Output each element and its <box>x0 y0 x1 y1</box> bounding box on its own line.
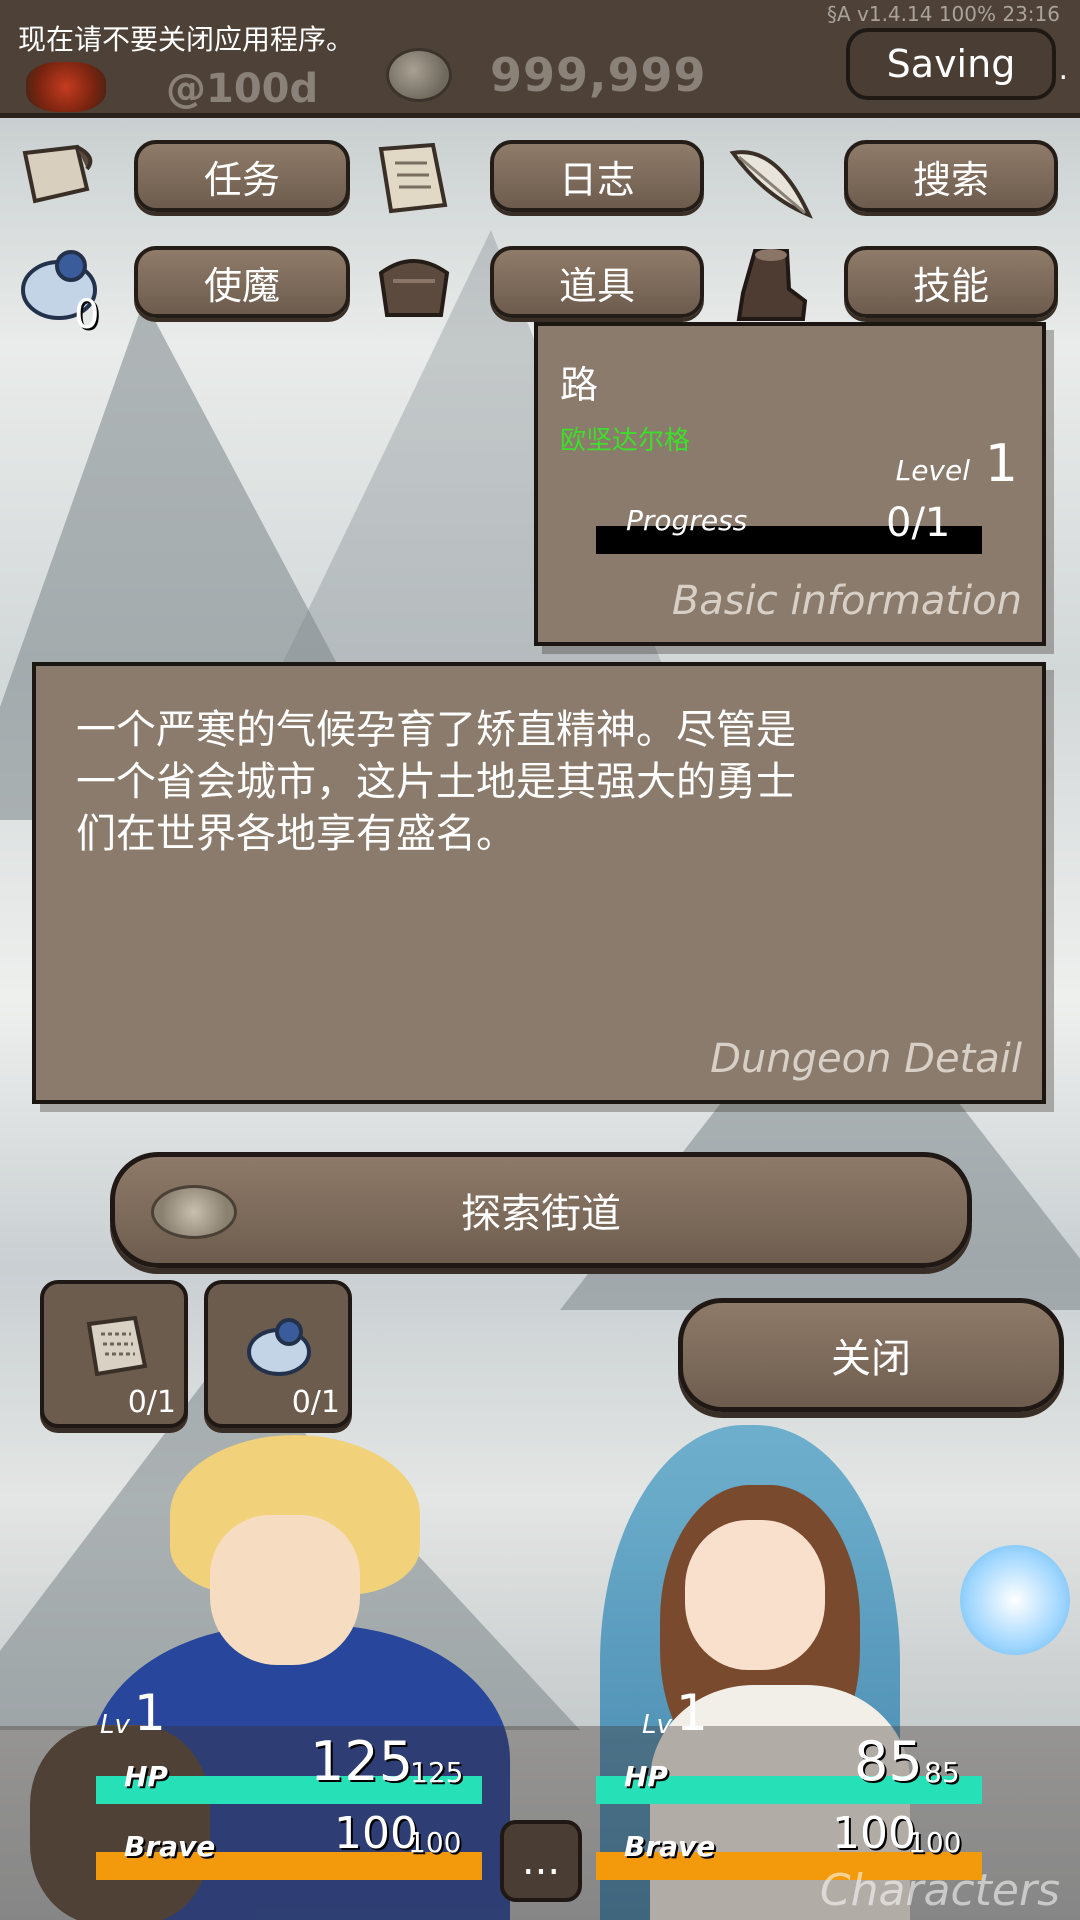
char1-level: 1 <box>134 1684 166 1742</box>
dungeon-detail-panel: 一个严寒的气候孕育了矫直精神。尽管是一个省会城市，这片土地是其强大的勇士们在世界… <box>32 662 1046 1104</box>
char1-brave-max: 100 <box>408 1826 462 1859</box>
progress-value: 0/1 <box>886 500 951 546</box>
progress-label: Progress <box>626 504 748 537</box>
familiar-slot-count: 0/1 <box>291 1385 340 1420</box>
day-counter: @100d <box>166 66 319 112</box>
char2-level: 1 <box>676 1684 708 1742</box>
char1-hp-max: 125 <box>410 1756 464 1789</box>
town-icon <box>151 1185 237 1239</box>
explore-street-button[interactable]: 探索街道 <box>110 1152 972 1268</box>
gold-amount: 999,999 <box>490 48 707 102</box>
feather-icon <box>722 134 818 224</box>
do-not-close-notice: 现在请不要关闭应用程序。 <box>18 23 355 56</box>
saving-indicator: . <box>1058 52 1068 87</box>
scroll-icon <box>14 134 104 224</box>
skills-button[interactable]: 技能 <box>844 246 1058 318</box>
map-icon <box>76 1310 156 1384</box>
journal-label: 日志 <box>558 157 635 202</box>
dungeon-description: 一个严寒的气候孕育了矫直精神。尽管是一个省会城市，这片土地是其强大的勇士们在世界… <box>76 707 796 857</box>
explore-label: 探索街道 <box>461 1191 621 1237</box>
saving-button[interactable]: Saving <box>846 28 1056 100</box>
status-bar: 现在请不要关闭应用程序。 §A v1.4.14 100% 23:16 @100d… <box>0 0 1080 118</box>
map-slot[interactable]: 0/1 <box>40 1280 188 1428</box>
char1-brave-value: 100 <box>334 1808 418 1859</box>
saving-label: Saving <box>886 42 1016 86</box>
more-button[interactable]: ... <box>500 1820 582 1902</box>
items-button[interactable]: 道具 <box>490 246 704 318</box>
char2-hp-label: HP <box>624 1760 668 1793</box>
skills-label: 技能 <box>912 263 989 308</box>
char1-lv-label: Lv <box>100 1710 130 1740</box>
coin-icon <box>386 48 452 102</box>
familiar-label: 使魔 <box>203 263 280 308</box>
dungeon-detail-caption: Dungeon Detail <box>710 1036 1022 1082</box>
search-button[interactable]: 搜索 <box>844 140 1058 212</box>
familiar-button[interactable]: 使魔 <box>134 246 350 318</box>
close-label: 关闭 <box>831 1336 911 1382</box>
version-info: §A v1.4.14 100% 23:16 <box>826 2 1060 26</box>
level-value: 1 <box>984 434 1018 494</box>
characters-caption: Characters <box>819 1865 1060 1916</box>
familiar-icon <box>240 1310 320 1384</box>
char1-hp-value: 125 <box>310 1730 414 1793</box>
items-label: 道具 <box>558 263 635 308</box>
char2-hp-value: 85 <box>854 1730 923 1793</box>
char2-brave-value: 100 <box>832 1808 916 1859</box>
level-label: Level <box>895 454 970 487</box>
char2-hp-max: 85 <box>924 1756 960 1789</box>
char1-hp-label: HP <box>124 1760 168 1793</box>
parchment-icon <box>368 134 458 224</box>
basic-info-caption: Basic information <box>671 578 1022 624</box>
familiar-count-badge: 0 <box>74 292 100 338</box>
game-logo-icon <box>26 62 106 112</box>
close-button[interactable]: 关闭 <box>678 1298 1064 1412</box>
boot-icon <box>722 240 814 330</box>
journal-button[interactable]: 日志 <box>490 140 704 212</box>
char2-brave-label: Brave <box>624 1830 716 1863</box>
char2-brave-max: 100 <box>908 1826 962 1859</box>
basic-info-panel: 路 欧坚达尔格 Level 1 Progress 0/1 Basic infor… <box>534 322 1046 646</box>
search-label: 搜索 <box>912 157 989 202</box>
quest-button[interactable]: 任务 <box>134 140 350 212</box>
char2-lv-label: Lv <box>642 1710 672 1740</box>
familiar-slot[interactable]: 0/1 <box>204 1280 352 1428</box>
location-name: 欧坚达尔格 <box>560 426 691 456</box>
quest-label: 任务 <box>203 157 280 202</box>
dungeon-name: 路 <box>560 363 599 407</box>
more-label: ... <box>521 1838 561 1884</box>
bag-icon <box>368 240 460 330</box>
map-slot-count: 0/1 <box>127 1385 176 1420</box>
char1-brave-label: Brave <box>124 1830 216 1863</box>
